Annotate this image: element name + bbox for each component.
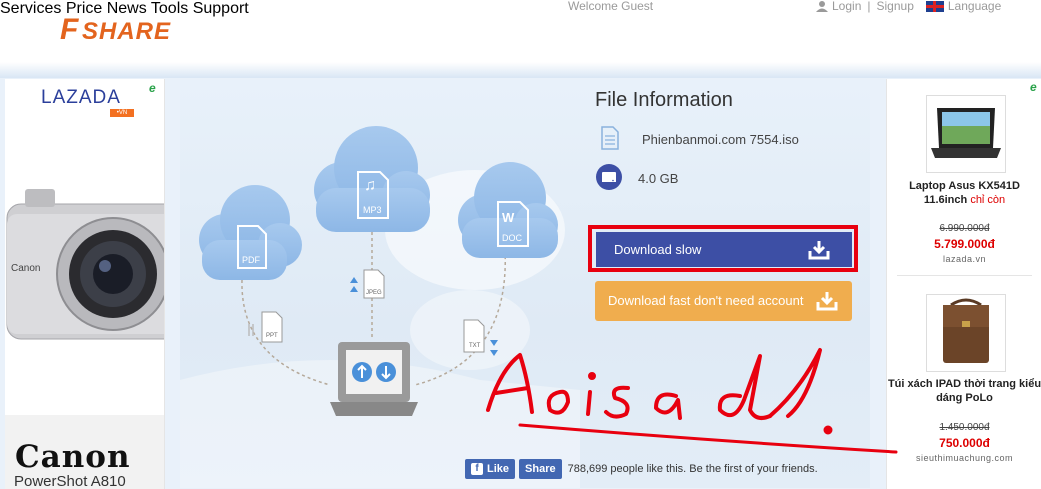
right-ad-banner[interactable]: e Laptop Asus KX541D 11.6inch chỉ còn 6.… bbox=[886, 79, 1041, 489]
signup-link[interactable]: Signup bbox=[877, 0, 914, 13]
product-1-source: lazada.vn bbox=[942, 254, 987, 264]
product-1-name[interactable]: Laptop Asus KX541D 11.6inch chỉ còn bbox=[887, 179, 1041, 207]
pdf-cloud: PDF bbox=[199, 185, 302, 280]
download-fast-button[interactable]: Download fast don't need account bbox=[595, 281, 852, 321]
ppt-file-icon: PPT bbox=[248, 311, 283, 343]
laptop-product-image[interactable] bbox=[926, 95, 1006, 173]
file-size: 4.0 GB bbox=[638, 171, 679, 186]
product-2-source: sieuthimuachung.com bbox=[915, 453, 1014, 463]
facebook-like-label: Like bbox=[487, 463, 510, 475]
facebook-share-label: Share bbox=[525, 463, 556, 475]
ad-choices-icon[interactable]: e bbox=[1030, 80, 1037, 94]
language-link[interactable]: Language bbox=[948, 0, 1001, 13]
laptop-photo bbox=[931, 108, 1001, 158]
facebook-like-count: 788,699 people like this. Be the first o… bbox=[567, 463, 818, 475]
svg-text:♫: ♫ bbox=[364, 177, 376, 194]
svg-text:JPEG: JPEG bbox=[366, 290, 382, 296]
file-panel: PDF ♫ MP3 W DOC JPEG PPT TXT File Inform… bbox=[180, 80, 870, 488]
svg-text:W: W bbox=[502, 210, 515, 225]
product-2-new-price: 750.000đ bbox=[939, 436, 990, 450]
product-2-old-price: 1.450.000đ bbox=[939, 422, 990, 433]
document-icon bbox=[601, 126, 619, 150]
svg-text:PDF: PDF bbox=[242, 255, 261, 265]
bag-photo bbox=[943, 298, 989, 363]
login-link[interactable]: Login bbox=[832, 0, 861, 13]
lazada-vn-badge: •VN bbox=[110, 109, 134, 117]
svg-text:DOC: DOC bbox=[502, 233, 523, 243]
file-info-title: File Information bbox=[595, 89, 733, 111]
logo-share: SHARE bbox=[82, 18, 171, 45]
product-2-name[interactable]: Túi xách IPAD thời trang kiểu dáng PoLo bbox=[887, 377, 1041, 405]
product-1-old-price: 6.990.000đ bbox=[939, 223, 990, 234]
mp3-cloud: ♫ MP3 bbox=[314, 126, 430, 232]
file-transfer-illustration: PDF ♫ MP3 W DOC JPEG PPT TXT bbox=[180, 126, 580, 488]
download-fast-label: Download fast don't need account bbox=[608, 293, 804, 308]
highlight-box bbox=[588, 225, 858, 272]
facebook-bar: f Like Share 788,699 people like this. B… bbox=[465, 459, 818, 479]
facebook-share-button[interactable]: Share bbox=[519, 459, 562, 479]
bag-product-image[interactable] bbox=[926, 294, 1006, 372]
welcome-text: Welcome Guest bbox=[568, 0, 654, 13]
laptop-sync-icon bbox=[330, 342, 418, 416]
left-ad-banner[interactable]: LAZADA •VN e Canon Canon PowerShot A810 bbox=[5, 79, 165, 489]
file-name: Phienbanmoi.com 7554.iso bbox=[642, 132, 799, 147]
download-icon bbox=[816, 292, 838, 311]
hard-drive-icon bbox=[596, 164, 622, 190]
logo-f: F bbox=[60, 13, 79, 46]
product-1-suffix: chỉ còn bbox=[970, 194, 1006, 206]
svg-text:PPT: PPT bbox=[266, 333, 278, 339]
product-2-title: Túi xách IPAD thời trang kiểu dáng PoLo bbox=[887, 378, 1041, 404]
canon-brand: Canon bbox=[15, 439, 131, 475]
uk-flag-icon bbox=[925, 0, 944, 12]
auth-links: Login | Signup Language bbox=[816, 0, 1001, 13]
facebook-like-button[interactable]: f Like bbox=[465, 459, 516, 479]
user-icon bbox=[816, 1, 828, 12]
page-root: F SHARE Welcome Guest Login | Signup Lan… bbox=[0, 0, 1041, 489]
canon-model: PowerShot A810 bbox=[14, 473, 126, 489]
product-divider bbox=[897, 275, 1032, 276]
nav-services[interactable]: Services bbox=[0, 0, 61, 17]
auth-separator: | bbox=[867, 0, 871, 13]
facebook-icon: f bbox=[471, 463, 483, 475]
ad-choices-icon[interactable]: e bbox=[149, 81, 156, 95]
lazada-logo: LAZADA bbox=[41, 87, 121, 108]
product-1-new-price: 5.799.000đ bbox=[934, 237, 995, 251]
fshare-logo[interactable]: F SHARE bbox=[58, 6, 208, 50]
camera-image: Canon bbox=[6, 189, 164, 340]
svg-text:MP3: MP3 bbox=[363, 205, 382, 215]
jpeg-file-icon: JPEG bbox=[350, 269, 385, 299]
svg-text:Canon: Canon bbox=[11, 263, 40, 274]
site-header: F SHARE Welcome Guest Login | Signup Lan… bbox=[0, 0, 1041, 64]
svg-text:TXT: TXT bbox=[469, 343, 481, 349]
